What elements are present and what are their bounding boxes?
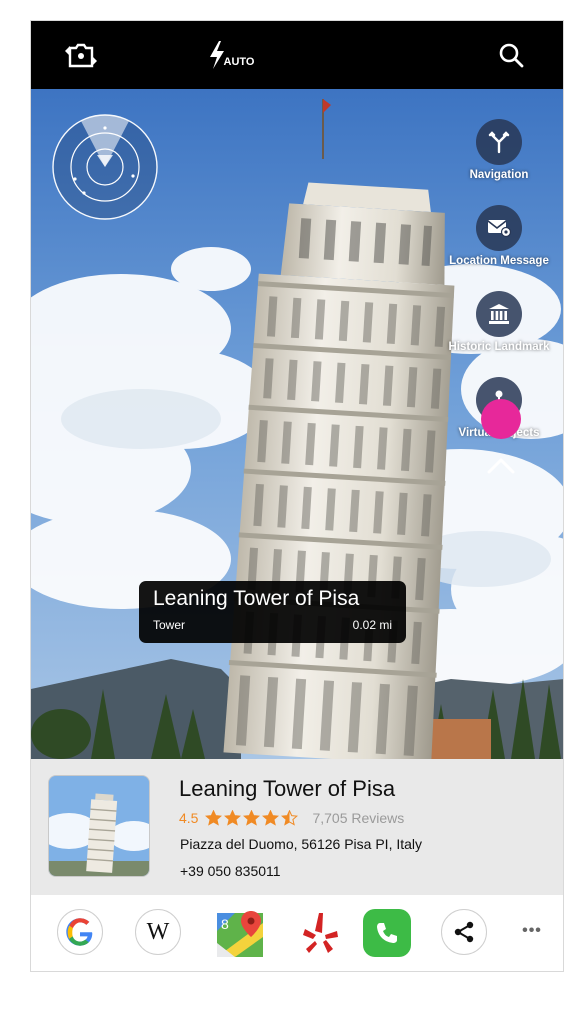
place-address: Piazza del Duomo, 56126 Pisa PI, Italy <box>180 836 423 852</box>
star-icon <box>281 810 299 826</box>
phone-screen: AUTO Navigation Location Message Histori… <box>30 20 564 972</box>
google-icon[interactable] <box>57 909 107 959</box>
switch-camera-icon[interactable] <box>59 21 103 89</box>
place-title: Leaning Tower of Pisa <box>179 776 396 801</box>
historic-landmark-action[interactable]: Historic Landmark <box>444 291 554 353</box>
location-message-label: Location Message <box>449 255 549 267</box>
rating-stars <box>205 810 300 826</box>
poi-distance: 0.02 mi <box>352 618 392 632</box>
flash-mode-label: AUTO <box>223 56 255 68</box>
flash-icon[interactable]: AUTO <box>201 21 261 89</box>
star-icon <box>205 810 223 826</box>
location-message-icon <box>476 205 522 251</box>
share-icon[interactable] <box>441 909 491 959</box>
phone-icon[interactable] <box>363 909 413 959</box>
navigation-label: Navigation <box>469 169 529 181</box>
top-bar: AUTO <box>31 21 563 89</box>
poi-label-card[interactable]: Leaning Tower of Pisa Tower 0.02 mi <box>139 581 406 643</box>
camera-view[interactable]: Navigation Location Message Historic Lan… <box>31 89 563 759</box>
poi-type: Tower <box>153 618 186 632</box>
radar-widget[interactable] <box>51 113 159 221</box>
location-message-action[interactable]: Location Message <box>444 205 554 267</box>
star-icon <box>224 810 242 826</box>
more-options-icon[interactable]: ••• <box>519 917 545 947</box>
navigation-action[interactable]: Navigation <box>444 119 554 181</box>
search-icon[interactable] <box>489 21 533 89</box>
landmark-icon <box>476 291 522 337</box>
place-phone[interactable]: +39 050 835011 <box>180 863 281 879</box>
chevron-up-icon[interactable] <box>485 454 517 476</box>
rating-row: 4.5 7,705 Reviews <box>179 809 404 827</box>
star-icon <box>262 810 280 826</box>
yelp-icon[interactable] <box>295 909 345 959</box>
reviews-count[interactable]: 7,705 Reviews <box>312 810 404 826</box>
historic-landmark-label: Historic Landmark <box>448 341 550 353</box>
rating-value: 4.5 <box>179 810 199 826</box>
svg-text:8: 8 <box>221 916 229 932</box>
place-thumbnail[interactable] <box>48 775 150 877</box>
place-info-card[interactable]: Leaning Tower of Pisa 4.5 7,705 Reviews … <box>31 759 563 895</box>
wikipedia-icon[interactable]: W <box>135 909 185 959</box>
navigation-icon <box>476 119 522 165</box>
google-maps-icon[interactable]: 8 <box>215 909 265 959</box>
poi-title: Leaning Tower of Pisa <box>153 587 360 610</box>
touch-indicator <box>481 399 521 439</box>
app-shortcut-bar: W 8 ••• <box>31 895 563 971</box>
star-icon <box>243 810 261 826</box>
